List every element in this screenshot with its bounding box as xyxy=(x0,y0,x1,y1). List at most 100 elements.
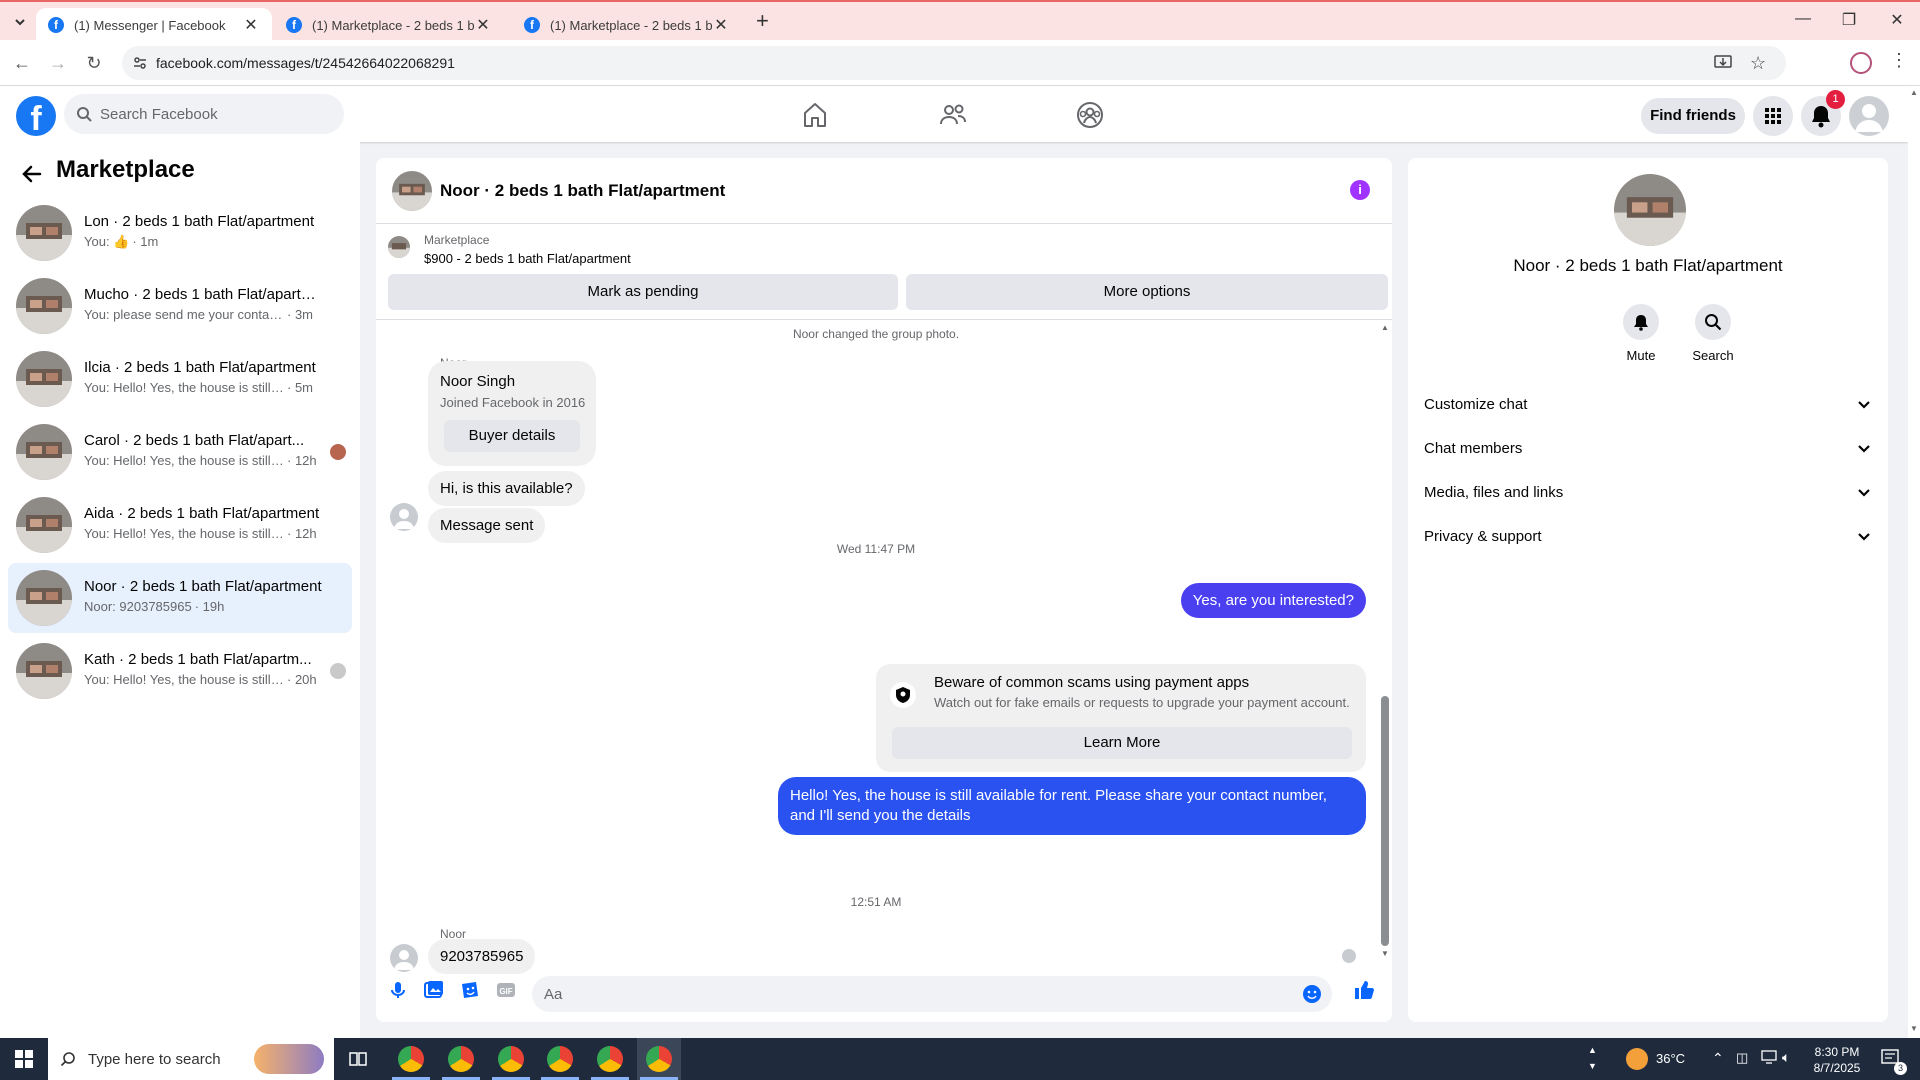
conversation-item[interactable]: Aida · 2 beds 1 bath Flat/apartment You: … xyxy=(8,490,352,560)
restore-icon[interactable]: ❐ xyxy=(1826,10,1872,34)
section-label: Privacy & support xyxy=(1424,528,1542,545)
chrome-icon[interactable] xyxy=(398,1046,424,1072)
task-view-icon[interactable] xyxy=(348,1049,368,1069)
bookmark-star-icon[interactable]: ☆ xyxy=(1750,53,1766,74)
preview-time: · 3m xyxy=(287,307,313,322)
scroll-down-icon[interactable]: ▼ xyxy=(1381,949,1389,958)
chrome-icon[interactable] xyxy=(547,1046,573,1072)
reload-icon[interactable]: ↻ xyxy=(82,51,106,75)
preview-text: You: Hello! Yes, the house is still a... xyxy=(84,672,284,687)
scroll-down-icon[interactable]: ▼ xyxy=(1910,1024,1918,1033)
mic-icon[interactable] xyxy=(386,978,410,1002)
close-tab-icon[interactable]: ✕ xyxy=(474,15,492,35)
taskbar-scroll-icon[interactable]: ▲ ▼ xyxy=(1588,1042,1597,1074)
sticker-icon[interactable] xyxy=(458,978,482,1002)
page-scrollbar[interactable]: ▲ ▼ xyxy=(1908,86,1920,1038)
conversation-item[interactable]: Ilcia · 2 beds 1 bath Flat/apartment You:… xyxy=(8,344,352,414)
back-arrow-icon[interactable] xyxy=(18,160,46,188)
profile-avatar[interactable] xyxy=(1614,174,1686,246)
listing-thumbnail[interactable] xyxy=(388,236,410,258)
info-icon[interactable]: i xyxy=(1350,180,1370,200)
search-input[interactable] xyxy=(100,94,330,134)
close-tab-icon[interactable]: ✕ xyxy=(242,15,260,35)
conversation-item[interactable]: Mucho · 2 beds 1 bath Flat/apartm... You:… xyxy=(8,271,352,341)
clock-date: 8/7/2025 xyxy=(1813,1061,1861,1075)
mark-as-pending-button[interactable]: Mark as pending xyxy=(388,274,898,310)
chat-avatar[interactable] xyxy=(392,171,432,211)
timestamp: 12:51 AM xyxy=(850,895,902,909)
customize-chat-section[interactable]: Customize chat xyxy=(1424,382,1872,426)
chrome-icon[interactable] xyxy=(646,1046,672,1072)
thumbs-up-icon[interactable] xyxy=(1352,978,1376,1002)
chat-members-section[interactable]: Chat members xyxy=(1424,426,1872,470)
close-tab-icon[interactable]: ✕ xyxy=(712,15,730,35)
network-icon[interactable] xyxy=(1760,1050,1778,1064)
new-tab-icon[interactable]: + xyxy=(756,8,769,34)
forward-icon[interactable]: → xyxy=(46,51,70,75)
conversation-name: Lon · 2 beds 1 bath Flat/apartment xyxy=(84,213,315,230)
groups-icon[interactable] xyxy=(1075,100,1105,130)
timestamp: Wed 11:47 PM xyxy=(836,542,916,556)
gif-icon[interactable]: GIF xyxy=(494,978,518,1002)
conversation-name: Mucho · 2 beds 1 bath Flat/apartm... xyxy=(84,286,324,303)
sender-avatar xyxy=(390,503,418,531)
buyer-details-button[interactable]: Buyer details xyxy=(444,420,580,452)
thread-scrollbar[interactable]: ▲ ▼ xyxy=(1378,321,1392,961)
conversation-item[interactable]: Kath · 2 beds 1 bath Flat/apartm... You: … xyxy=(8,636,352,706)
account-avatar[interactable] xyxy=(1849,96,1889,136)
tray-chevron-icon[interactable]: ⌃ xyxy=(1712,1050,1724,1067)
mute-label: Mute xyxy=(1626,348,1656,363)
home-icon[interactable] xyxy=(800,100,830,130)
seen-by-avatar xyxy=(330,444,346,460)
photo-icon[interactable] xyxy=(422,978,446,1002)
conversation-avatar xyxy=(16,497,72,553)
volume-icon[interactable]: 🔈︎ xyxy=(1782,1049,1790,1066)
conversation-avatar xyxy=(16,570,72,626)
chrome-icon[interactable] xyxy=(498,1046,524,1072)
more-options-button[interactable]: More options xyxy=(906,274,1388,310)
back-icon[interactable]: ← xyxy=(10,51,34,75)
scroll-up-icon[interactable]: ▲ xyxy=(1910,88,1918,97)
chrome-icon[interactable] xyxy=(597,1046,623,1072)
minimize-icon[interactable]: — xyxy=(1780,10,1826,34)
emoji-icon[interactable] xyxy=(1302,984,1322,1004)
conversation-item[interactable]: Noor · 2 beds 1 bath Flat/apartment Noor:… xyxy=(8,563,352,633)
browser-tab-messenger[interactable]: f (1) Messenger | Facebook ✕ xyxy=(36,8,272,42)
profile-icon[interactable] xyxy=(1850,52,1872,74)
taskbar-search[interactable]: Type here to search xyxy=(48,1038,334,1080)
conversation-item[interactable]: Carol · 2 beds 1 bath Flat/apart... You: … xyxy=(8,417,352,487)
media-files-links-section[interactable]: Media, files and links xyxy=(1424,470,1872,514)
menu-grid-button[interactable] xyxy=(1753,96,1793,136)
install-app-icon[interactable] xyxy=(1714,55,1732,71)
find-friends-button[interactable]: Find friends xyxy=(1641,98,1745,134)
facebook-search[interactable] xyxy=(64,94,344,134)
facebook-favicon-icon: f xyxy=(524,17,540,33)
scroll-up-icon[interactable]: ▲ xyxy=(1381,323,1389,332)
close-window-icon[interactable]: ✕ xyxy=(1874,10,1920,34)
search-conversation-button[interactable]: Search xyxy=(1683,304,1743,363)
meet-now-icon[interactable]: ◫ xyxy=(1736,1050,1748,1066)
tab-list-chevron-icon[interactable] xyxy=(10,12,30,32)
privacy-support-section[interactable]: Privacy & support xyxy=(1424,514,1872,558)
weather-icon[interactable] xyxy=(1626,1048,1648,1070)
scroll-thumb[interactable] xyxy=(1381,696,1389,946)
message-input-box[interactable] xyxy=(532,976,1332,1012)
browser-tab-marketplace-2[interactable]: f (1) Marketplace - 2 beds 1 bath ✕ xyxy=(512,8,742,42)
chrome-icon[interactable] xyxy=(448,1046,474,1072)
clock[interactable]: 8:30 PM 8/7/2025 xyxy=(1812,1044,1862,1076)
friends-icon[interactable] xyxy=(938,100,968,130)
listing-price: $900 - 2 beds 1 bath Flat/apartment xyxy=(424,251,631,266)
mute-button[interactable]: Mute xyxy=(1611,304,1671,363)
learn-more-button[interactable]: Learn More xyxy=(892,727,1352,759)
site-info-icon[interactable] xyxy=(132,55,148,71)
omnibox[interactable]: facebook.com/messages/t/2454266402206829… xyxy=(122,46,1786,80)
browser-tab-marketplace-1[interactable]: f (1) Marketplace - 2 beds 1 bath ✕ xyxy=(274,8,504,42)
conversation-item[interactable]: Lon · 2 beds 1 bath Flat/apartment You: 👍… xyxy=(8,198,352,268)
conversation-avatar xyxy=(16,351,72,407)
windows-start-icon[interactable] xyxy=(0,1038,48,1080)
browser-menu-icon[interactable]: ⋮ xyxy=(1890,50,1908,71)
search-label: Search xyxy=(1692,348,1734,363)
conversation-name: Kath · 2 beds 1 bath Flat/apartm... xyxy=(84,651,312,668)
message-input[interactable] xyxy=(544,976,1284,1012)
facebook-logo[interactable]: f xyxy=(16,96,56,138)
